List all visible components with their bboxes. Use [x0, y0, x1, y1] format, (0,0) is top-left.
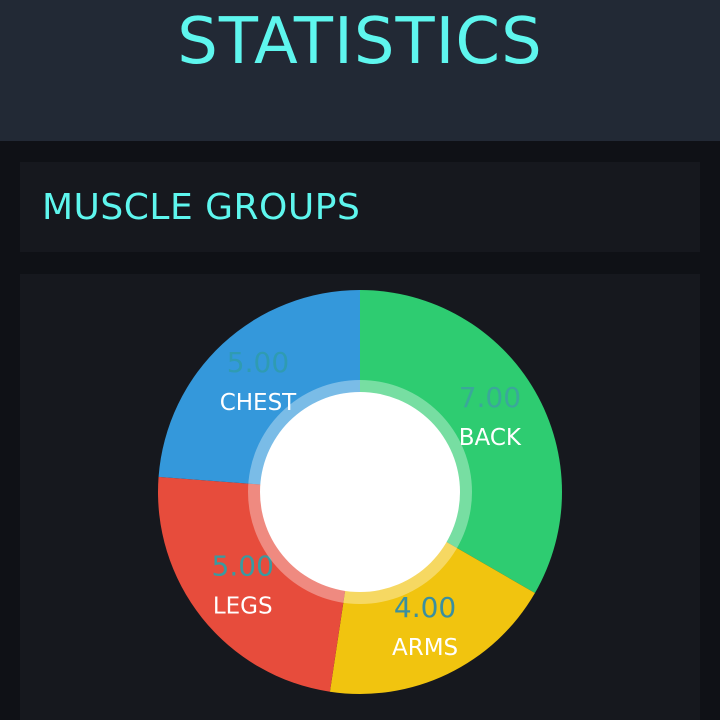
slice-value-legs: 5.00 [212, 550, 274, 583]
slice-value-back: 7.00 [459, 381, 521, 414]
slice-value-chest: 5.00 [227, 346, 289, 379]
donut-center-hole [260, 392, 460, 592]
donut-chart[interactable]: 7.00BACK4.00ARMS5.00LEGS5.00CHEST [0, 0, 720, 720]
slice-label-arms: ARMS [392, 635, 458, 661]
slice-label-legs: LEGS [213, 594, 273, 620]
slice-value-arms: 4.00 [394, 591, 456, 624]
slice-label-back: BACK [459, 425, 522, 451]
